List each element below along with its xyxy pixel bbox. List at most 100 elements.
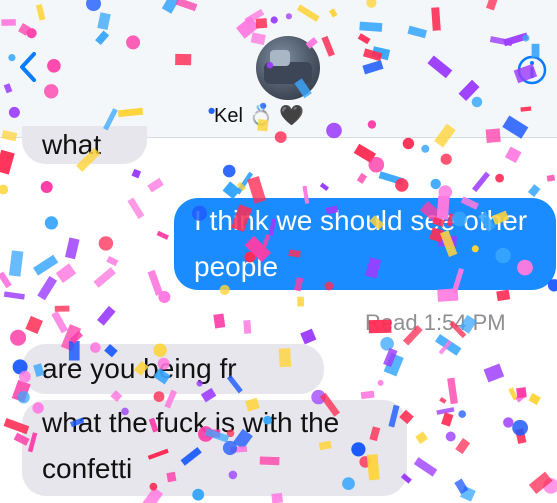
message-bubble-sent[interactable]: I think we should see other people [174, 198, 556, 290]
heart-emoji-icon: 🖤 [278, 105, 304, 127]
contact-avatar[interactable] [256, 36, 320, 100]
message-bubble-received[interactable]: are you being fr [22, 344, 324, 394]
confetti-piece [300, 328, 317, 345]
confetti-piece [64, 237, 80, 260]
confetti-piece [436, 407, 455, 415]
confetti-piece [127, 197, 145, 219]
confetti-piece [360, 390, 375, 400]
confetti-piece [438, 340, 452, 355]
message-bubble-received[interactable]: what [22, 126, 147, 164]
confetti-piece [508, 387, 518, 401]
confetti-piece [8, 250, 24, 277]
confetti-piece [515, 428, 527, 444]
confetti-piece [51, 311, 69, 334]
message-text: what the fuck is with the confetti [42, 407, 340, 484]
info-icon [517, 55, 547, 85]
read-receipt: Read 1:54 PM [365, 310, 506, 335]
confetti-piece [297, 296, 304, 307]
confetti-piece [439, 397, 447, 404]
confetti-piece [503, 417, 514, 428]
confetti-piece [40, 181, 53, 193]
confetti-piece [235, 171, 254, 195]
confetti-piece [527, 184, 541, 197]
confetti-piece [25, 315, 43, 335]
contact-name[interactable]: Kel 💍 🖤 [214, 103, 304, 128]
confetti-piece [445, 431, 456, 442]
confetti-piece [434, 333, 462, 356]
confetti-piece [430, 178, 441, 190]
confetti-piece [378, 171, 405, 186]
confetti-piece [447, 377, 458, 405]
confetti-piece [158, 291, 171, 303]
confetti-piece [383, 347, 398, 368]
confetti-piece [33, 254, 59, 276]
back-button[interactable] [14, 50, 44, 84]
confetti-piece [460, 485, 476, 502]
confetti-piece [0, 271, 12, 289]
confetti-piece [543, 478, 557, 494]
confetti-piece [437, 288, 459, 302]
confetti-piece [380, 337, 394, 351]
message-text: what [42, 129, 102, 160]
conversation-header: Kel 💍 🖤 [0, 0, 557, 138]
confetti-piece [504, 146, 522, 163]
confetti-piece [55, 263, 77, 284]
confetti-piece [93, 267, 116, 288]
confetti-piece [413, 457, 438, 477]
confetti-piece [17, 391, 30, 404]
confetti-piece [495, 173, 504, 183]
chevron-left-icon [20, 52, 36, 82]
confetti-piece [528, 393, 541, 406]
confetti-piece [69, 330, 84, 344]
confetti-piece [0, 184, 9, 195]
confetti-piece [147, 177, 164, 193]
confetti-piece [243, 319, 252, 334]
confetti-piece [98, 236, 114, 251]
message-text: I think we should see other people [194, 205, 528, 282]
confetti-piece [97, 305, 116, 326]
confetti-piece [106, 255, 119, 267]
confetti-piece [44, 216, 59, 230]
confetti-piece [131, 168, 142, 179]
info-button[interactable] [516, 54, 548, 86]
confetti-piece [0, 149, 15, 175]
message-text: are you being fr [42, 353, 237, 384]
confetti-piece [213, 313, 226, 329]
confetti-piece [472, 171, 491, 193]
confetti-piece [438, 185, 453, 199]
confetti-piece [458, 410, 467, 418]
confetti-piece [546, 174, 556, 182]
confetti-piece [377, 379, 384, 386]
confetti-piece [236, 181, 247, 192]
confetti-piece [3, 291, 25, 300]
confetti-piece [415, 431, 429, 445]
confetti-piece [383, 352, 404, 377]
confetti-piece [516, 387, 527, 399]
confetti-piece [454, 478, 469, 495]
confetti-piece [353, 143, 377, 163]
confetti-piece [222, 164, 236, 178]
confetti-piece [319, 182, 329, 192]
message-bubble-received[interactable]: what the fuck is with the confetti [22, 400, 407, 496]
confetti-piece [368, 156, 385, 173]
confetti-piece [512, 419, 528, 436]
confetti-piece [147, 269, 164, 296]
ring-emoji-icon: 💍 [248, 105, 274, 127]
confetti-piece [441, 412, 454, 427]
confetti-piece [156, 230, 169, 240]
confetti-piece [402, 137, 415, 150]
confetti-piece [496, 289, 511, 302]
contact-name-text: Kel [214, 105, 243, 127]
confetti-piece [10, 329, 27, 346]
confetti-piece [356, 172, 368, 184]
confetti-piece [395, 178, 409, 192]
confetti-piece [528, 471, 553, 494]
confetti-piece [515, 391, 527, 403]
confetti-piece [440, 153, 452, 165]
avatar-photo-part [270, 50, 290, 66]
confetti-piece [455, 438, 471, 455]
confetti-piece [421, 144, 430, 153]
confetti-piece [222, 181, 241, 200]
confetti-piece [54, 305, 70, 312]
confetti-piece [483, 363, 505, 383]
